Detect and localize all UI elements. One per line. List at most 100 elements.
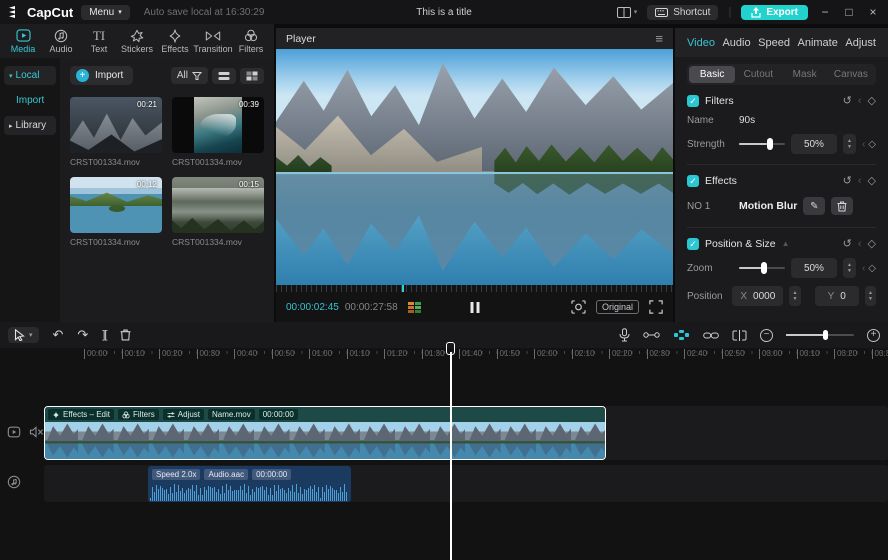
pause-button[interactable] — [470, 302, 479, 313]
timeline-zoom-slider[interactable] — [786, 334, 854, 336]
select-tool-button[interactable]: ▾ — [8, 327, 39, 343]
reset-icon[interactable]: ↺ — [843, 174, 852, 187]
keyframe-icon[interactable]: ◇ — [868, 174, 876, 187]
menu-button[interactable]: Menu ▾ — [81, 5, 130, 20]
zoom-stepper[interactable]: ▲▼ — [843, 258, 856, 278]
tab-video[interactable]: Video — [687, 37, 715, 49]
delete-effect-button[interactable] — [831, 197, 853, 215]
media-item[interactable]: 00:39 CRST001334.mov — [172, 97, 264, 167]
tab-audio[interactable]: Audio — [42, 28, 80, 54]
import-button[interactable]: + Import — [70, 66, 133, 85]
sidebar-item-library[interactable]: ▸ Library — [4, 116, 56, 135]
mute-track-icon[interactable] — [29, 425, 44, 439]
sidebar-item-local[interactable]: ▾ Local — [4, 66, 56, 85]
position-x-input[interactable]: X 0000 — [732, 286, 783, 306]
keyframe-icon[interactable]: ◇ — [868, 139, 876, 150]
tab-adjust[interactable]: Adjust — [845, 37, 876, 49]
sidebar-item-import[interactable]: Import — [4, 91, 56, 110]
maximize-button[interactable]: □ — [842, 5, 856, 19]
export-button[interactable]: Export — [741, 5, 808, 20]
timeline-video-clip[interactable]: Effects – Edit Filters Adjust Name.mov 0… — [44, 406, 606, 460]
media-thumbnail-lake[interactable]: 00:12 — [70, 177, 162, 233]
render-preview-icon[interactable] — [408, 302, 421, 313]
filter-dropdown[interactable]: All — [171, 67, 208, 84]
media-item[interactable]: 00:12 CRST001334.mov — [70, 177, 162, 247]
reset-icon[interactable]: ↺ — [843, 237, 852, 250]
subtab-canvas[interactable]: Canvas — [828, 66, 874, 83]
timeline-audio-clip[interactable]: Speed 2.0x Audio.aac 00:00:00 — [148, 466, 351, 502]
list-view-button[interactable] — [212, 68, 236, 84]
adjust-badge[interactable]: Adjust — [163, 409, 204, 420]
close-button[interactable]: × — [866, 5, 880, 19]
split-button[interactable]: ][ — [102, 329, 106, 341]
strength-value[interactable]: 50% — [791, 134, 837, 154]
record-voiceover-button[interactable] — [619, 328, 630, 342]
position-size-checkbox[interactable]: ✓ — [687, 238, 699, 250]
keyframe-link-button[interactable] — [643, 330, 660, 340]
shortcut-button[interactable]: Shortcut — [647, 5, 718, 20]
preview-axis-button[interactable] — [732, 330, 747, 341]
player-menu-icon[interactable]: ≡ — [655, 31, 663, 46]
keyframe-icon[interactable]: ◇ — [868, 237, 876, 250]
preview-scrubber[interactable] — [276, 285, 673, 292]
position-y-stepper[interactable]: ▲▼ — [865, 286, 876, 306]
filters-checkbox[interactable]: ✓ — [687, 95, 699, 107]
tab-speed[interactable]: Speed — [758, 37, 790, 49]
minimize-button[interactable]: − — [818, 5, 832, 19]
keyframe-icon[interactable]: ◇ — [868, 94, 876, 107]
prev-keyframe-icon[interactable]: ‹ — [858, 238, 862, 250]
tab-media[interactable]: Media — [4, 28, 42, 54]
undo-button[interactable]: ↶ — [53, 327, 64, 343]
audio-track-icon[interactable] — [7, 475, 21, 489]
filters-badge[interactable]: Filters — [118, 409, 159, 420]
magnet-snap-button[interactable] — [673, 329, 690, 341]
quality-selector[interactable]: Original — [596, 300, 639, 314]
zoom-value[interactable]: 50% — [791, 258, 837, 278]
timeline-zoom-in-button[interactable]: + — [867, 329, 880, 342]
redo-button[interactable]: ↷ — [77, 327, 88, 343]
prev-keyframe-icon[interactable]: ‹ — [862, 139, 865, 150]
layout-toggle-button[interactable]: ▾ — [617, 7, 638, 18]
tab-audio-props[interactable]: Audio — [722, 37, 750, 49]
prev-keyframe-icon[interactable]: ‹ — [858, 175, 862, 187]
reset-icon[interactable]: ↺ — [843, 94, 852, 107]
delete-button[interactable] — [120, 329, 131, 341]
edit-effect-button[interactable]: ✎ — [803, 197, 825, 215]
tab-animate[interactable]: Animate — [797, 37, 837, 49]
strength-slider[interactable] — [739, 143, 785, 145]
tab-effects[interactable]: Effects — [156, 28, 194, 54]
position-x-stepper[interactable]: ▲▼ — [789, 286, 800, 306]
prev-keyframe-icon[interactable]: ‹ — [858, 95, 862, 107]
strength-stepper[interactable]: ▲▼ — [843, 134, 856, 154]
effects-checkbox[interactable]: ✓ — [687, 175, 699, 187]
tab-stickers[interactable]: Stickers — [118, 28, 156, 54]
keyframe-icon[interactable]: ◇ — [868, 263, 876, 274]
timeline-zoom-out-button[interactable]: − — [760, 329, 773, 342]
position-y-input[interactable]: Y 0 — [815, 286, 859, 306]
subtab-basic[interactable]: Basic — [689, 66, 735, 83]
playhead[interactable] — [446, 342, 456, 560]
media-thumbnail-mountains[interactable]: 00:21 — [70, 97, 162, 153]
track-media-icon[interactable] — [7, 425, 21, 439]
collapse-icon[interactable]: ▲ — [782, 239, 790, 248]
tab-transition[interactable]: Transition — [194, 28, 232, 54]
snapshot-icon[interactable] — [571, 300, 586, 314]
tab-text[interactable]: TI Text — [80, 28, 118, 54]
timeline-ruler[interactable]: 00:0000:1000:2000:3000:4000:5001:0001:10… — [0, 348, 888, 363]
grid-view-button[interactable] — [240, 68, 264, 84]
auto-link-button[interactable] — [703, 331, 719, 340]
effects-badge[interactable]: Effects – Edit — [48, 409, 114, 420]
zoom-property-slider[interactable] — [739, 267, 785, 269]
prev-keyframe-icon[interactable]: ‹ — [862, 263, 865, 274]
tab-filters[interactable]: Filters — [232, 28, 270, 54]
subtab-mask[interactable]: Mask — [782, 66, 828, 83]
media-item[interactable]: 00:15 CRST001334.mov — [172, 177, 264, 247]
media-item[interactable]: 00:21 CRST001334.mov — [70, 97, 162, 167]
video-preview[interactable] — [276, 49, 673, 285]
filmstrip-frame — [362, 422, 397, 459]
media-thumbnail-wave[interactable]: 00:39 — [172, 97, 264, 153]
subtab-cutout[interactable]: Cutout — [735, 66, 781, 83]
filmstrip-frame — [186, 422, 221, 459]
media-thumbnail-forest[interactable]: 00:15 — [172, 177, 264, 233]
fullscreen-icon[interactable] — [649, 300, 663, 314]
